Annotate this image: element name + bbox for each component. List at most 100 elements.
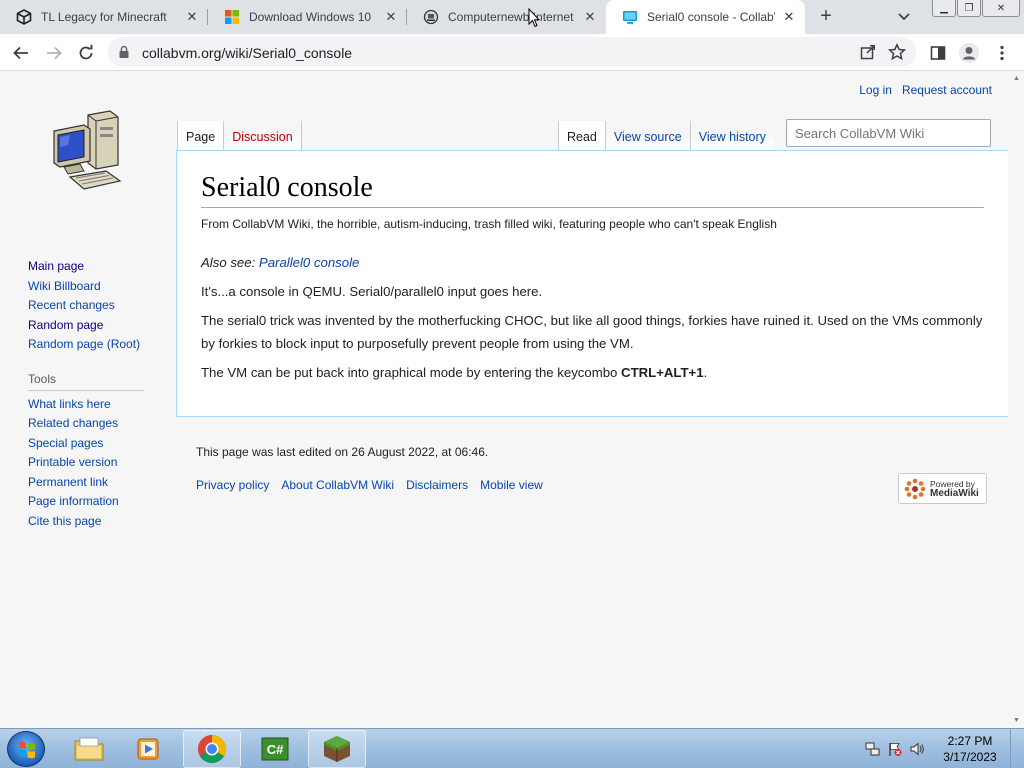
powered-by-mediawiki-badge[interactable]: Powered by MediaWiki <box>898 473 987 504</box>
taskbar-clock[interactable]: 2:27 PM 3/17/2023 <box>934 733 1006 765</box>
paragraph-3-suffix: . <box>703 364 708 380</box>
show-desktop-button[interactable] <box>1010 729 1024 768</box>
close-tab-icon[interactable]: ✕ <box>781 9 797 25</box>
sidebar-item-random-page[interactable]: Random page <box>28 316 158 336</box>
reload-icon <box>79 44 93 60</box>
parallel0-console-link[interactable]: Parallel0 console <box>259 255 359 270</box>
request-account-link[interactable]: Request account <box>902 83 992 97</box>
personal-tools: Log in Request account <box>859 83 992 97</box>
clock-time: 2:27 PM <box>947 734 993 748</box>
also-see: Also see: Parallel0 console <box>201 251 984 274</box>
action-center-flag-icon[interactable] <box>884 740 906 758</box>
view-tabs: Read View source View history <box>558 121 774 151</box>
share-icon[interactable] <box>860 44 876 63</box>
tab-discussion[interactable]: Discussion <box>224 121 302 151</box>
powered-by-text: Powered by MediaWiki <box>930 479 979 499</box>
sidebar-item-page-information[interactable]: Page information <box>28 492 158 512</box>
taskbar-explorer[interactable] <box>60 730 118 768</box>
sidebar: Main page Wiki Billboard Recent changes … <box>28 257 158 531</box>
tab-view-source[interactable]: View source <box>605 121 691 151</box>
sidebar-item-special-pages[interactable]: Special pages <box>28 434 158 454</box>
paragraph-2: The serial0 trick was invented by the mo… <box>201 312 983 351</box>
maximize-button[interactable]: ❐ <box>957 0 981 17</box>
address-bar[interactable]: collabvm.org/wiki/Serial0_console <box>108 37 916 67</box>
mediawiki-sunflower-icon <box>904 478 926 499</box>
browser-menu-button[interactable] <box>989 40 1015 66</box>
forward-button[interactable] <box>41 40 67 66</box>
page-footer: This page was last edited on 26 August 2… <box>196 445 996 492</box>
close-tab-icon[interactable]: ✕ <box>184 9 200 25</box>
media-player-icon <box>137 738 159 760</box>
monitor-icon <box>622 9 638 25</box>
sidebar-item-main-page[interactable]: Main page <box>28 257 158 277</box>
tab-computernewb[interactable]: Computernewb Internet ✕ <box>407 0 606 34</box>
taskbar-chrome[interactable] <box>183 730 241 768</box>
main-content: Serial0 console From CollabVM Wiki, the … <box>176 150 1008 417</box>
mobile-view-link[interactable]: Mobile view <box>480 478 543 492</box>
close-tab-icon[interactable]: ✕ <box>383 9 399 25</box>
privacy-policy-link[interactable]: Privacy policy <box>196 478 269 492</box>
scroll-down-arrow-icon[interactable]: ▼ <box>1013 717 1020 724</box>
computernewb-icon <box>423 9 439 25</box>
sidebar-item-cite-this-page[interactable]: Cite this page <box>28 512 158 532</box>
clock-date: 3/17/2023 <box>943 750 997 764</box>
namespace-tabs: Page Discussion <box>177 121 302 151</box>
disclaimers-link[interactable]: Disclaimers <box>406 478 468 492</box>
footer-links: Privacy policy About CollabVM Wiki Discl… <box>196 478 996 492</box>
sidebar-item-related-changes[interactable]: Related changes <box>28 414 158 434</box>
wiki-search-input[interactable] <box>786 119 991 147</box>
last-edited-info: This page was last edited on 26 August 2… <box>196 445 489 459</box>
network-icon[interactable] <box>862 740 884 758</box>
browser-toolbar: collabvm.org/wiki/Serial0_console <box>0 34 1024 71</box>
side-panel-button[interactable] <box>925 40 951 66</box>
site-tagline: From CollabVM Wiki, the horrible, autism… <box>201 216 777 231</box>
tab-tl-legacy[interactable]: TL Legacy for Minecraft ✕ <box>0 0 208 34</box>
back-button[interactable] <box>8 40 34 66</box>
profile-avatar-icon <box>959 43 979 63</box>
taskbar-minecraft[interactable] <box>308 730 366 768</box>
tab-serial0-console[interactable]: Serial0 console - CollabVM ✕ <box>606 0 805 34</box>
arrow-right-icon <box>47 46 62 60</box>
login-link[interactable]: Log in <box>859 83 892 97</box>
side-panel-icon <box>930 46 946 60</box>
wiki-logo-computer-icon[interactable] <box>50 109 124 193</box>
profile-button[interactable] <box>956 40 982 66</box>
mouse-cursor-icon <box>528 8 540 28</box>
sidebar-item-recent-changes[interactable]: Recent changes <box>28 296 158 316</box>
window-controls: ▁ ❐ ✕ <box>932 0 1020 18</box>
windows-taskbar: C# 2:27 PM 3/17/2023 <box>0 728 1024 768</box>
taskbar-media-player[interactable] <box>120 730 178 768</box>
tab-read[interactable]: Read <box>558 121 606 151</box>
taskbar-csharp-app[interactable]: C# <box>246 730 304 768</box>
tab-search-chevron-icon[interactable] <box>894 9 914 25</box>
sidebar-item-random-page-root[interactable]: Random page (Root) <box>28 335 158 355</box>
folder-icon <box>74 737 104 761</box>
volume-icon[interactable] <box>906 740 928 758</box>
minimize-button[interactable]: ▁ <box>932 0 956 17</box>
sidebar-item-wiki-billboard[interactable]: Wiki Billboard <box>28 277 158 297</box>
svg-text:C#: C# <box>267 742 284 757</box>
sidebar-item-what-links-here[interactable]: What links here <box>28 395 158 415</box>
bookmark-star-icon[interactable] <box>887 43 907 64</box>
system-tray: 2:27 PM 3/17/2023 <box>862 729 1024 768</box>
page-title: Serial0 console <box>201 171 984 208</box>
tab-view-history[interactable]: View history <box>690 121 774 151</box>
paragraph-1: It's...a console in QEMU. Serial0/parall… <box>201 283 543 299</box>
reload-button[interactable] <box>73 40 99 66</box>
tab-download-windows[interactable]: Download Windows 10 ✕ <box>208 0 407 34</box>
about-link[interactable]: About CollabVM Wiki <box>281 478 394 492</box>
close-window-button[interactable]: ✕ <box>982 0 1020 17</box>
mediawiki-label: MediaWiki <box>930 487 979 499</box>
paragraph-3: The VM can be put back into graphical mo… <box>201 361 984 384</box>
sidebar-item-permanent-link[interactable]: Permanent link <box>28 473 158 493</box>
also-see-label: Also see: <box>201 254 259 270</box>
new-tab-button[interactable]: + <box>814 5 838 29</box>
tab-page[interactable]: Page <box>177 121 225 151</box>
start-button[interactable] <box>7 731 45 767</box>
vertical-scrollbar[interactable]: ▲ ▼ <box>1009 71 1024 728</box>
browser-tab-strip: TL Legacy for Minecraft ✕ Download Windo… <box>0 0 1024 34</box>
scroll-up-arrow-icon[interactable]: ▲ <box>1013 75 1020 82</box>
sidebar-item-printable-version[interactable]: Printable version <box>28 453 158 473</box>
arrow-left-icon <box>13 46 28 60</box>
close-tab-icon[interactable]: ✕ <box>582 9 598 25</box>
